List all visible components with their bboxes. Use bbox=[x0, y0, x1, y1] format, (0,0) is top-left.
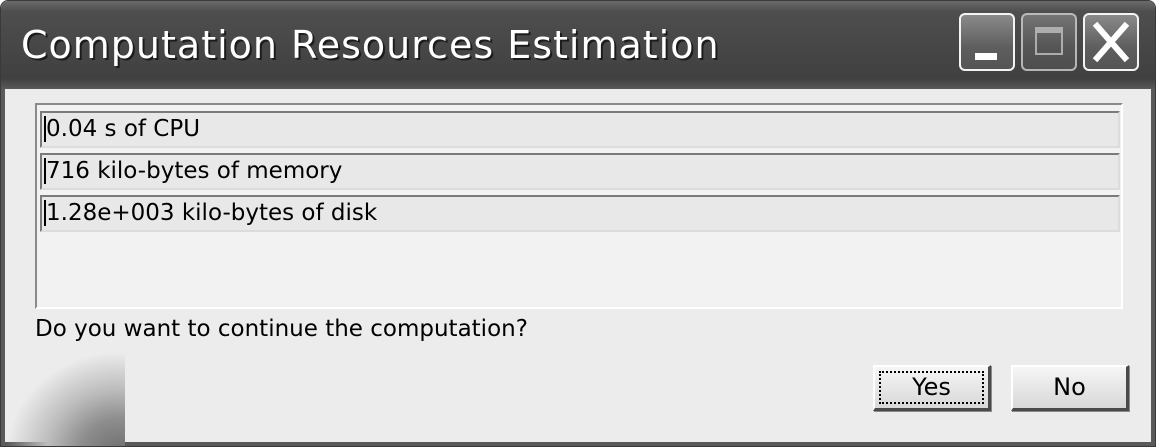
confirmation-prompt: Do you want to continue the computation? bbox=[35, 316, 528, 342]
maximize-icon bbox=[1035, 27, 1063, 55]
yes-button[interactable]: Yes bbox=[873, 365, 991, 411]
maximize-button[interactable] bbox=[1021, 13, 1077, 71]
minimize-button[interactable] bbox=[959, 13, 1015, 71]
estimate-disk-field[interactable]: 1.28e+003 kilo-bytes of disk bbox=[40, 195, 1120, 232]
window-title: Computation Resources Estimation bbox=[21, 23, 720, 67]
estimate-memory-field[interactable]: 716 kilo-bytes of memory bbox=[40, 153, 1120, 190]
dialog-window: Computation Resources Estimation 0.04 s … bbox=[0, 0, 1156, 447]
no-button[interactable]: No bbox=[1011, 365, 1129, 411]
estimates-list: 0.04 s of CPU 716 kilo-bytes of memory 1… bbox=[35, 103, 1123, 309]
decorative-swoosh bbox=[5, 351, 125, 446]
minimize-icon bbox=[975, 53, 997, 60]
close-button[interactable] bbox=[1083, 13, 1139, 71]
title-bar[interactable]: Computation Resources Estimation bbox=[1, 1, 1155, 89]
dialog-body: 0.04 s of CPU 716 kilo-bytes of memory 1… bbox=[1, 89, 1155, 446]
yes-button-label: Yes bbox=[912, 373, 951, 401]
estimate-cpu-field[interactable]: 0.04 s of CPU bbox=[40, 111, 1120, 148]
no-button-label: No bbox=[1053, 373, 1086, 401]
close-icon bbox=[1092, 21, 1130, 63]
